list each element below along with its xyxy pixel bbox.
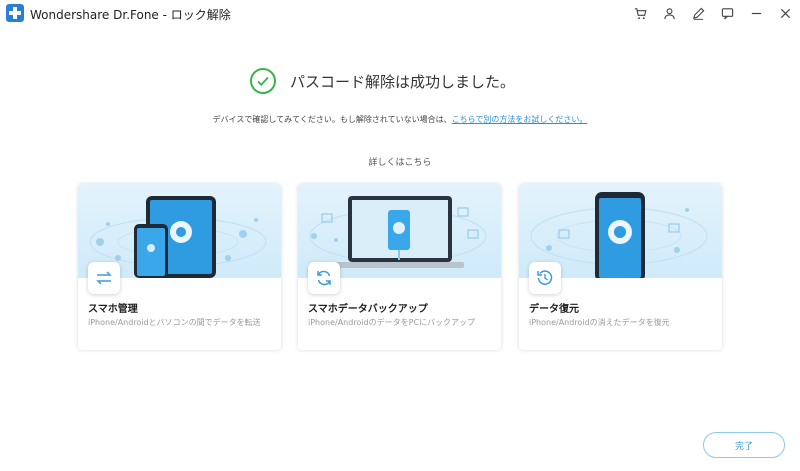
card-phone-manager[interactable]: スマホ管理 iPhone/Androidとパソコンの間でデータを転送 [78, 184, 281, 350]
window-title: Wondershare Dr.Fone - ロック解除 [30, 8, 231, 22]
card-title: スマホデータバックアップ [308, 304, 428, 315]
card-description: iPhone/AndroidのデータをPCにバックアップ [308, 318, 476, 327]
transfer-icon [88, 262, 120, 294]
card-description: iPhone/Androidの消えたデータを復元 [529, 318, 670, 327]
cart-icon[interactable] [626, 0, 655, 26]
card-title: データ復元 [529, 304, 579, 315]
card-description: iPhone/Androidとパソコンの間でデータを転送 [88, 318, 261, 327]
success-title: パスコード解除は成功しました。 [290, 72, 516, 91]
card-data-recovery[interactable]: データ復元 iPhone/Androidの消えたデータを復元 [519, 184, 722, 350]
card-title: スマホ管理 [88, 304, 138, 315]
window-toolbar [626, 0, 800, 26]
restore-icon [529, 262, 561, 294]
title-bar: Wondershare Dr.Fone - ロック解除 [0, 0, 800, 26]
close-icon[interactable] [771, 0, 800, 26]
feedback-icon[interactable] [713, 0, 742, 26]
alternative-method-link[interactable]: こちらで別の方法をお試しください。 [452, 115, 588, 124]
card-phone-backup[interactable]: スマホデータバックアップ iPhone/AndroidのデータをPCにバックアッ… [298, 184, 501, 350]
user-icon[interactable] [655, 0, 684, 26]
minimize-icon[interactable] [742, 0, 771, 26]
app-logo-icon [6, 4, 24, 22]
success-message: パスコード解除は成功しました。 [250, 68, 515, 94]
edit-icon[interactable] [684, 0, 713, 26]
hint-text: デバイスで確認してみてください。もし解除されていない場合は、こちらで別の方法をお… [0, 114, 800, 125]
check-circle-icon [250, 68, 276, 94]
hint-message: デバイスで確認してみてください。もし解除されていない場合は、 [212, 115, 452, 124]
done-button[interactable]: 完了 [703, 432, 785, 458]
backup-icon [308, 262, 340, 294]
more-info-label: 詳しくはこちら [368, 158, 432, 168]
